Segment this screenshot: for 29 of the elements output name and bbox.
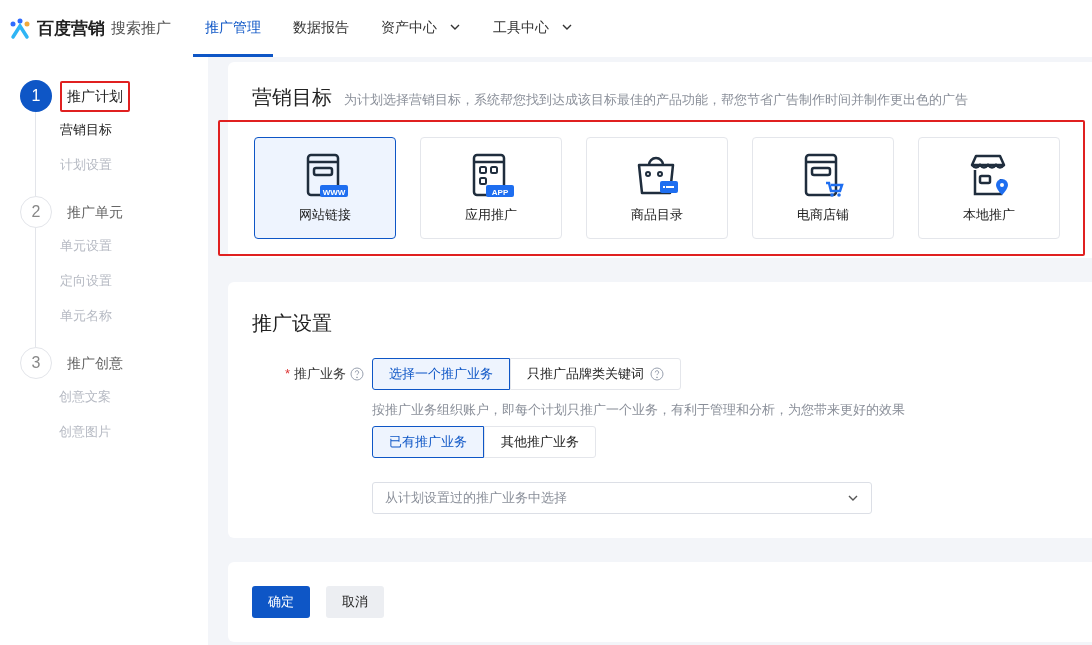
action-button[interactable]: 确定: [252, 586, 310, 618]
mode-toggle[interactable]: 选择一个推广业务: [372, 358, 510, 390]
product-name: 搜索推广: [111, 18, 171, 39]
step-title[interactable]: 推广计划: [60, 80, 130, 112]
action-button[interactable]: 取消: [326, 586, 384, 618]
hint-text: 按推广业务组织账户，即每个计划只推广一个业务，有利于管理和分析，为您带来更好的效果: [372, 401, 905, 419]
logo-icon: [9, 17, 31, 40]
goal-option[interactable]: 商品目录: [586, 137, 728, 239]
nav-tab[interactable]: 数据报告: [281, 0, 361, 57]
step-sub-item[interactable]: 营销目标: [60, 120, 208, 141]
brand-name: 百度营销: [37, 17, 105, 40]
step-title[interactable]: 推广单元: [60, 196, 130, 228]
nav-tab[interactable]: 资产中心: [369, 0, 473, 57]
section-title: 推广设置: [252, 311, 333, 336]
step-number: 1: [20, 80, 52, 112]
mode-toggle[interactable]: 只推广品牌类关键词: [510, 358, 681, 390]
section-description: 为计划选择营销目标，系统帮您找到达成该目标最佳的产品功能，帮您节省广告制作时间并制作更出色的广告: [344, 91, 968, 109]
help-icon: [350, 367, 364, 381]
goal-option[interactable]: 电商店铺: [752, 137, 894, 239]
nav-tab[interactable]: 工具中心: [481, 0, 585, 57]
goal-option[interactable]: 本地推广: [918, 137, 1060, 239]
source-toggle[interactable]: 其他推广业务: [484, 425, 596, 458]
step-title[interactable]: 推广创意: [60, 347, 130, 379]
section-title: 营销目标: [252, 85, 332, 110]
goal-option[interactable]: APP 应用推广: [420, 137, 562, 239]
field-label: 推广业务: [294, 365, 346, 384]
goal-option[interactable]: WWW 网站链接: [254, 137, 396, 239]
source-toggle[interactable]: 已有推广业务: [372, 425, 484, 458]
required-mark: *: [284, 365, 290, 384]
